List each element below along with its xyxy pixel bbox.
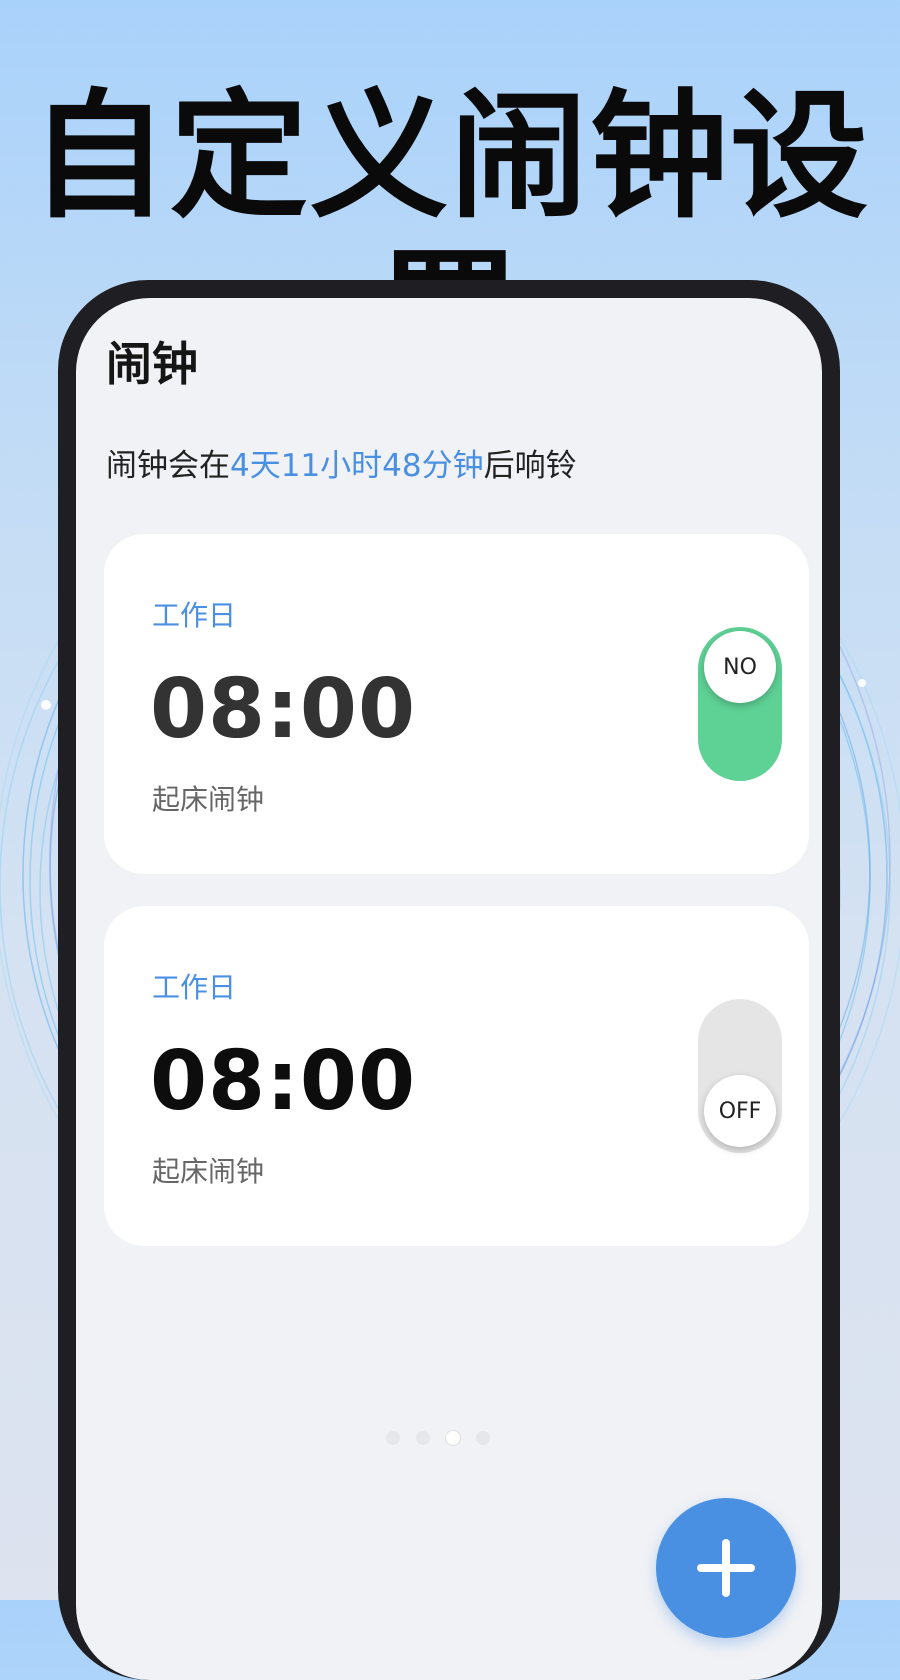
alarm-time: 08:00 <box>150 1034 417 1129</box>
alarm-card[interactable]: 工作日 08:00 起床闹钟 OFF <box>104 906 809 1246</box>
toggle-knob: NO <box>704 631 776 703</box>
alarm-label: 起床闹钟 <box>152 783 265 816</box>
page-indicator <box>386 1428 516 1448</box>
alarm-repeat-label: 工作日 <box>152 971 237 1004</box>
countdown-highlight: 4天11小时48分钟 <box>230 448 484 484</box>
alarm-card[interactable]: 工作日 08:00 起床闹钟 NO <box>104 534 809 874</box>
countdown-text: 闹钟会在4天11小时48分钟后响铃 <box>106 440 577 485</box>
alarm-toggle-switch[interactable]: OFF <box>698 999 782 1153</box>
countdown-suffix: 后响铃 <box>483 448 577 484</box>
alarm-time: 08:00 <box>150 662 417 757</box>
alarm-repeat-label: 工作日 <box>152 599 237 632</box>
plus-icon <box>697 1539 755 1597</box>
phone-frame: 闹钟 闹钟会在4天11小时48分钟后响铃 工作日 08:00 起床闹钟 NO 工… <box>58 280 840 1680</box>
page-dot-active[interactable] <box>446 1431 460 1445</box>
page-dot[interactable] <box>476 1431 490 1445</box>
countdown-prefix: 闹钟会在 <box>106 448 230 484</box>
alarm-label: 起床闹钟 <box>152 1155 265 1188</box>
phone-screen: 闹钟 闹钟会在4天11小时48分钟后响铃 工作日 08:00 起床闹钟 NO 工… <box>76 298 822 1680</box>
page-dot[interactable] <box>386 1431 400 1445</box>
toggle-knob: OFF <box>704 1075 776 1147</box>
alarm-toggle-switch[interactable]: NO <box>698 627 782 781</box>
page-dot[interactable] <box>416 1431 430 1445</box>
add-alarm-button[interactable] <box>656 1498 796 1638</box>
page-title: 闹钟 <box>106 337 198 391</box>
